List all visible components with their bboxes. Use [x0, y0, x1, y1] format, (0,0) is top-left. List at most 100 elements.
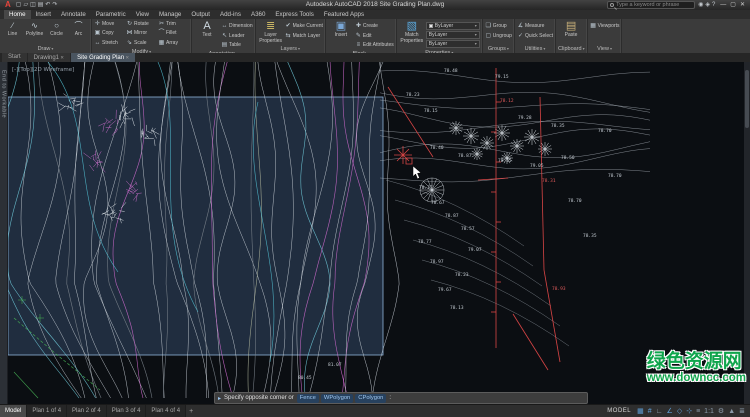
osnap-icon[interactable]: ◇	[675, 405, 684, 417]
viewports-button[interactable]: ▦ Viewports	[590, 22, 619, 30]
plan-3-of-4[interactable]: Plan 3 of 4	[106, 404, 147, 417]
undo-icon[interactable]: ↶	[44, 0, 51, 10]
plot-icon[interactable]: ▤	[37, 0, 45, 10]
restore-icon[interactable]: ▢	[728, 0, 738, 10]
minimize-icon[interactable]: —	[718, 0, 728, 10]
ungroup-button[interactable]: ▢ Ungroup	[485, 32, 512, 40]
arc-button[interactable]: ⌒ Arc	[68, 20, 89, 37]
paste-button[interactable]: ▤ Paste	[558, 20, 584, 39]
panel-label-groups[interactable]: Groups▾	[483, 45, 514, 53]
dimension-button[interactable]: ↔ Dimension	[221, 22, 253, 30]
linetype-dropdown[interactable]: ByLayer ▾	[425, 31, 480, 39]
elevation-label: 78.15	[424, 108, 438, 114]
panel-label-layers[interactable]: Layers▾	[256, 45, 325, 53]
add-ins[interactable]: Add-ins	[215, 10, 246, 19]
copy-button[interactable]: ▣ Copy	[94, 29, 125, 37]
group-button[interactable]: ❏ Group	[485, 22, 512, 30]
insert[interactable]: Insert	[31, 10, 56, 19]
drawing1[interactable]: Drawing1	[27, 53, 71, 62]
plan-4-of-4[interactable]: Plan 4 of 4	[146, 404, 187, 417]
workspace-gear-icon[interactable]: ⚙	[716, 405, 726, 417]
edit-button[interactable]: ✎ Edit	[355, 32, 394, 40]
move-label: Move	[102, 21, 115, 28]
docked-palette[interactable]: End to Workable	[0, 62, 8, 404]
rotate-button[interactable]: ↻ Rotate	[126, 20, 157, 28]
model[interactable]: Model	[0, 404, 28, 417]
grid-icon[interactable]: ▦	[635, 405, 646, 417]
manage[interactable]: Manage	[154, 10, 186, 19]
lineweight-icon[interactable]: ≡	[694, 405, 702, 417]
polar-icon[interactable]: ∠	[665, 405, 675, 417]
annotation-scale[interactable]: 1:1	[702, 405, 716, 417]
drawing-canvas[interactable]: [-][Top][2D Wireframe] 78.48 79.15 78.23 78.…	[8, 62, 744, 404]
layer-properties-button[interactable]: ≣ Layer Properties	[258, 20, 284, 44]
save-icon[interactable]: ◫	[29, 0, 37, 10]
create-button[interactable]: ✚ Create	[355, 22, 394, 30]
start[interactable]: Start	[2, 53, 27, 62]
trim-icon: ✂	[158, 21, 165, 28]
panel-label-clipboard[interactable]: Clipboard▾	[556, 45, 587, 53]
new-file-icon[interactable]: ▢	[15, 0, 23, 10]
search-box[interactable]: Type a keyword or phrase	[607, 1, 696, 9]
measure-button[interactable]: ∡ Measure	[517, 22, 553, 30]
circle-button[interactable]: ○ Circle	[46, 20, 67, 37]
signin-icon[interactable]: ◉	[697, 0, 704, 10]
match-layer-button[interactable]: ⇆ Match Layer	[285, 32, 323, 40]
customize-icon[interactable]: ≣	[737, 405, 747, 417]
parametric[interactable]: Parametric	[91, 10, 131, 19]
command-line[interactable]: ▸ Specify opposite corner or Fence WPolyg…	[214, 392, 588, 404]
insert-block-button[interactable]: ▣ Insert	[328, 20, 354, 39]
array-button[interactable]: ▦ Array	[158, 39, 189, 47]
match-properties-button[interactable]: ▧ Match Properties	[399, 20, 425, 44]
line-button[interactable]: ∕ Line	[2, 20, 23, 37]
apps-icon[interactable]: ◈	[704, 0, 711, 10]
app-menu-button[interactable]: A	[3, 0, 13, 10]
leader-button[interactable]: ↖ Leader	[221, 32, 253, 40]
make-current-button[interactable]: ✔ Make Current	[285, 22, 323, 30]
copt-wpolygon[interactable]: WPolygon	[320, 393, 354, 403]
new-layout-button[interactable]: +	[186, 405, 196, 417]
text-button[interactable]: A Text	[194, 20, 220, 39]
otrack-icon[interactable]: ⊹	[684, 405, 694, 417]
open-file-icon[interactable]: ▱	[22, 0, 29, 10]
redo-icon[interactable]: ↷	[51, 0, 58, 10]
stretch-button[interactable]: ↔ Stretch	[94, 39, 125, 47]
table-button[interactable]: ▤ Table	[221, 41, 253, 49]
move-button[interactable]: ✛ Move	[94, 20, 125, 28]
site-grading-plan[interactable]: Site Grading Plan	[71, 53, 136, 62]
scale-button[interactable]: ⇘ Scale	[126, 39, 157, 47]
view[interactable]: View	[131, 10, 154, 19]
mirror-button[interactable]: ⋈ Mirror	[126, 29, 157, 37]
annotation-monitor-icon[interactable]: ▲	[726, 405, 737, 417]
ortho-icon[interactable]: ∟	[654, 405, 665, 417]
search-icon	[610, 3, 615, 7]
express-tools[interactable]: Express Tools	[270, 10, 318, 19]
trim-button[interactable]: ✂ Trim	[158, 20, 189, 28]
viewport-controls[interactable]: [-][Top][2D Wireframe]	[12, 67, 74, 73]
fillet-button[interactable]: ⌒ Fillet	[158, 29, 189, 37]
panel-label-utilities[interactable]: Utilities▾	[515, 45, 555, 53]
polyline-button[interactable]: ∿ Polyline	[24, 20, 45, 37]
drawing-area[interactable]: [-][Top][2D Wireframe] 78.48 79.15 78.23 78.…	[0, 62, 750, 404]
home[interactable]: Home	[4, 10, 31, 19]
copt-cpolygon[interactable]: CPolygon	[355, 393, 387, 403]
window-controls: — ▢ ✕	[718, 0, 747, 10]
close-icon[interactable]: ✕	[738, 0, 747, 10]
lineweight-dropdown[interactable]: ByLayer ▾	[425, 40, 480, 48]
output[interactable]: Output	[186, 10, 215, 19]
plan-1-of-4[interactable]: Plan 1 of 4	[27, 404, 68, 417]
panel-label-draw[interactable]: Draw▾	[0, 45, 91, 53]
quick-select-button[interactable]: ✓ Quick Select	[517, 32, 553, 40]
scrollbar-thumb[interactable]	[745, 70, 749, 128]
help-icon[interactable]: ?	[711, 0, 716, 10]
copt-fence[interactable]: Fence	[296, 393, 319, 403]
snap-icon[interactable]: #	[646, 405, 654, 417]
object-color-dropdown[interactable]: ByLayer ▾	[425, 22, 480, 30]
panel-label-view[interactable]: View▾	[588, 45, 622, 53]
plan-2-of-4[interactable]: Plan 2 of 4	[67, 404, 107, 417]
edit-attributes-button[interactable]: ≡ Edit Attributes	[355, 41, 394, 49]
annotate[interactable]: Annotate	[56, 10, 91, 19]
featured-apps[interactable]: Featured Apps	[319, 10, 369, 19]
model-space-indicator[interactable]: MODEL	[603, 405, 635, 417]
a360[interactable]: A360	[246, 10, 270, 19]
